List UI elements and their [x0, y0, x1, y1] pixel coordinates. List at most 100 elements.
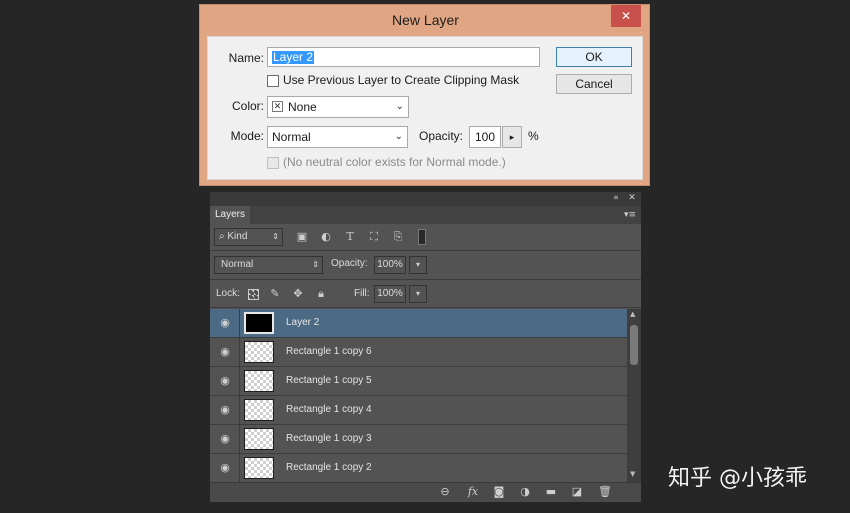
type-filter-icon[interactable]: T: [342, 229, 358, 245]
link-icon[interactable]: ⊖: [436, 484, 454, 500]
panel-header: « ✕: [210, 192, 641, 206]
eye-icon[interactable]: ◉: [214, 374, 236, 388]
close-button[interactable]: ✕: [611, 5, 641, 27]
layer-list: ◉ Layer 2 ◉ Rectangle 1 copy 6 ◉ Rectangle 1 …: [210, 309, 627, 482]
layers-panel: « ✕ Layers ▾≡ ⌕ Kind ⇕ ▣ ◐ T ⛶ ⎘ Normal …: [210, 192, 641, 502]
layer-name[interactable]: Rectangle 1 copy 2: [286, 454, 372, 482]
collapse-icon[interactable]: «: [610, 191, 622, 205]
clipping-mask-label: Use Previous Layer to Create Clipping Ma…: [283, 73, 520, 87]
updown-icon: ⇕: [272, 232, 279, 241]
name-field[interactable]: Layer 2: [267, 47, 540, 67]
tab-bar: Layers ▾≡: [210, 206, 641, 224]
row-divider: [239, 425, 240, 453]
lock-row: Lock: ✎ ✥ 🔒︎ Fill: 100% ▾: [210, 280, 641, 308]
opacity-field[interactable]: 100: [469, 126, 501, 148]
panel-opacity-field[interactable]: 100%: [374, 256, 406, 274]
brush-icon[interactable]: ✎: [267, 286, 283, 302]
chevron-down-icon[interactable]: ▾: [409, 285, 427, 303]
chevron-down-icon: ⌄: [394, 131, 403, 142]
trash-icon[interactable]: 🗑︎: [596, 484, 614, 500]
layer-row[interactable]: ◉ Rectangle 1 copy 4: [210, 396, 627, 425]
color-select[interactable]: ✕ None ⌄: [267, 96, 409, 118]
opacity-unit: %: [528, 129, 539, 143]
eye-icon[interactable]: ◉: [214, 345, 236, 359]
layer-name[interactable]: Rectangle 1 copy 3: [286, 425, 372, 453]
opacity-label: Opacity:: [419, 129, 464, 143]
layer-thumbnail[interactable]: [244, 312, 274, 334]
tab-layers[interactable]: Layers: [210, 206, 250, 224]
layer-thumbnail[interactable]: [244, 399, 274, 421]
opacity-slider-button[interactable]: ▸: [502, 126, 522, 148]
neutral-color-checkbox[interactable]: [267, 157, 279, 169]
mode-select[interactable]: Normal ⌄: [267, 126, 408, 148]
layer-thumbnail[interactable]: [244, 428, 274, 450]
panel-footer: ⊖ fx ◙ ◑ ▬ ◪ 🗑︎: [210, 482, 641, 502]
layer-thumbnail[interactable]: [244, 457, 274, 479]
cancel-button[interactable]: Cancel: [556, 74, 632, 94]
move-icon[interactable]: ✥: [290, 286, 306, 302]
row-divider: [239, 309, 240, 337]
adjustment-icon[interactable]: ◑: [516, 484, 534, 500]
layer-row[interactable]: ◉ Rectangle 1 copy 3: [210, 425, 627, 454]
chevron-down-icon[interactable]: ▾: [409, 256, 427, 274]
panel-menu-icon[interactable]: ▾≡: [621, 207, 639, 223]
layer-name[interactable]: Rectangle 1 copy 6: [286, 338, 372, 366]
color-label: Color:: [231, 99, 264, 113]
fill-label: Fill:: [354, 288, 370, 299]
row-divider: [239, 454, 240, 482]
scrollbar-thumb[interactable]: [630, 325, 638, 365]
close-icon[interactable]: ✕: [626, 191, 638, 205]
shape-filter-icon[interactable]: ⛶: [366, 229, 382, 245]
filter-kind-select[interactable]: ⌕ Kind ⇕: [214, 228, 283, 246]
color-value: None: [288, 100, 317, 114]
lock-label: Lock:: [216, 288, 240, 299]
new-layer-icon[interactable]: ◪: [568, 484, 586, 500]
layer-row[interactable]: ◉ Rectangle 1 copy 5: [210, 367, 627, 396]
name-label: Name:: [228, 51, 264, 65]
layer-thumbnail[interactable]: [244, 370, 274, 392]
eye-icon[interactable]: ◉: [214, 461, 236, 475]
ok-button[interactable]: OK: [556, 47, 632, 67]
fx-icon[interactable]: fx: [464, 484, 482, 500]
layer-name[interactable]: Rectangle 1 copy 4: [286, 396, 372, 424]
layer-name[interactable]: Rectangle 1 copy 5: [286, 367, 372, 395]
dialog-title: New Layer: [392, 12, 459, 28]
dialog-body: Name: Layer 2 OK Cancel Use Previous Lay…: [207, 36, 643, 180]
scroll-down-icon[interactable]: ▼: [630, 470, 635, 478]
eye-icon[interactable]: ◉: [214, 403, 236, 417]
filter-toggle-icon[interactable]: [418, 229, 426, 245]
lock-transparent-icon[interactable]: [248, 289, 259, 300]
new-layer-dialog: New Layer ✕ Name: Layer 2 OK Cancel Use …: [199, 4, 650, 186]
updown-icon: ⇕: [312, 260, 319, 269]
layer-row[interactable]: ◉ Layer 2: [210, 309, 627, 338]
name-value: Layer 2: [272, 50, 315, 64]
eye-icon[interactable]: ◉: [214, 432, 236, 446]
watermark: 知乎 @小孩乖: [668, 466, 807, 491]
filter-row: ⌕ Kind ⇕ ▣ ◐ T ⛶ ⎘: [210, 224, 641, 251]
blend-mode-select[interactable]: Normal ⇕: [214, 256, 323, 274]
layer-row[interactable]: ◉ Rectangle 1 copy 2: [210, 454, 627, 482]
folder-icon[interactable]: ▬: [542, 484, 560, 500]
layer-row[interactable]: ◉ Rectangle 1 copy 6: [210, 338, 627, 367]
scroll-up-icon[interactable]: ▲: [630, 310, 635, 318]
row-divider: [239, 338, 240, 366]
mask-icon[interactable]: ◙: [490, 484, 508, 500]
layer-thumbnail[interactable]: [244, 341, 274, 363]
blend-row: Normal ⇕ Opacity: 100% ▾: [210, 251, 641, 280]
eye-icon[interactable]: ◉: [214, 316, 236, 330]
smart-object-filter-icon[interactable]: ⎘: [390, 229, 406, 245]
filter-kind-value: Kind: [227, 231, 248, 242]
no-color-icon: ✕: [272, 101, 283, 112]
pixel-filter-icon[interactable]: ▣: [294, 229, 310, 245]
mode-value: Normal: [272, 130, 311, 144]
fill-field[interactable]: 100%: [374, 285, 406, 303]
row-divider: [239, 367, 240, 395]
row-divider: [239, 396, 240, 424]
lock-icon[interactable]: 🔒︎: [313, 286, 329, 302]
scrollbar[interactable]: ▲ ▼: [627, 309, 641, 482]
adjustment-filter-icon[interactable]: ◐: [318, 229, 334, 245]
layer-name[interactable]: Layer 2: [286, 309, 319, 337]
clipping-mask-checkbox[interactable]: [267, 75, 279, 87]
blend-mode-value: Normal: [221, 259, 254, 270]
neutral-color-label: (No neutral color exists for Normal mode…: [283, 155, 506, 169]
